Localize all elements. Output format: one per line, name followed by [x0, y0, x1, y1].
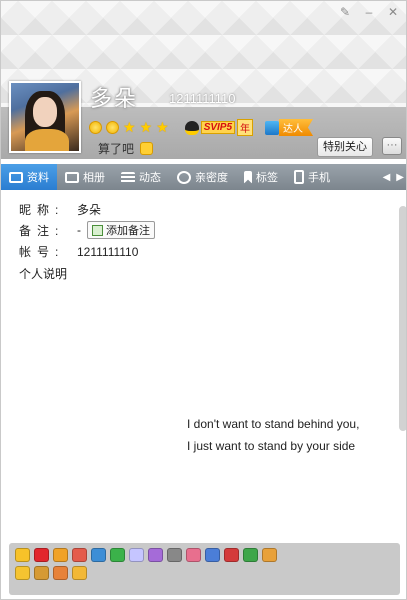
service-badge-icon[interactable] [53, 548, 68, 562]
star-icon: ★ [139, 119, 153, 135]
nickname-value: 多朵 [77, 203, 102, 217]
service-badge-icon[interactable] [34, 566, 49, 580]
add-remark-button[interactable]: 添加备注 [87, 221, 155, 239]
nickname-label: 昵称: [19, 203, 65, 217]
edit-note-icon [92, 224, 103, 236]
daren-label: 达人 [279, 119, 314, 136]
chat-bubble-icon[interactable]: ··· [382, 137, 402, 155]
feed-list-icon [121, 171, 135, 183]
service-badge-icon[interactable] [72, 566, 87, 580]
tab-feed[interactable]: 动态 [113, 164, 169, 190]
arrow-left-icon[interactable]: ◀ [383, 172, 391, 183]
level-badges[interactable]: ★ ★ ★ SVIP5 年 达人 [89, 119, 314, 136]
service-badge-icon[interactable] [72, 548, 87, 562]
service-badge-icon[interactable] [224, 548, 239, 562]
svip-year: 年 [237, 119, 254, 136]
special-care-button[interactable]: 特别关心 [317, 137, 373, 157]
profile-account: 1211111110 [169, 91, 236, 106]
service-badge-icon[interactable] [15, 548, 30, 562]
profile-tabs: 资料 相册 动态 亲密度 标签 手机 ◀ ▶ [1, 164, 406, 190]
remark-label: 备注: [19, 223, 65, 238]
tab-label: 相册 [83, 172, 105, 184]
profile-nickname: 多朵 [90, 86, 139, 111]
service-badge-icon[interactable] [186, 548, 201, 562]
service-icons-row [15, 566, 394, 580]
service-badge-icon[interactable] [148, 548, 163, 562]
svip-badge[interactable]: SVIP5 年 [184, 119, 254, 136]
signature-text: 算了吧 [98, 142, 135, 156]
arrow-right-icon[interactable]: ▶ [396, 172, 404, 183]
service-badge-icon[interactable] [110, 548, 125, 562]
tab-album[interactable]: 相册 [57, 164, 113, 190]
service-icons-row [15, 548, 394, 562]
service-badge-icon[interactable] [167, 548, 182, 562]
daren-badge[interactable]: 达人 [265, 119, 314, 136]
nickname-row: 昵称: 多朵 [19, 201, 101, 218]
remark-row: 备注: - 添加备注 [19, 221, 155, 239]
profile-window: ✎ – ✕ 多朵 1211111110 ★ ★ ★ SVIP5 年 达人 算了吧… [0, 0, 407, 600]
description-line: I just want to stand by your side [187, 439, 356, 453]
description-line: I don't want to stand behind you, [187, 417, 360, 431]
window-controls: ✎ – ✕ [338, 5, 400, 19]
tab-label: 手机 [308, 172, 330, 184]
profile-card-icon [9, 171, 23, 183]
avatar[interactable] [9, 81, 81, 153]
description-text: I don't want to stand behind you, I just… [187, 413, 359, 457]
tab-phone[interactable]: 手机 [286, 164, 338, 190]
star-icon: ★ [156, 119, 169, 135]
svip-level: SVIP5 [200, 121, 236, 134]
minimize-button[interactable]: – [362, 5, 376, 19]
photo-album-icon [65, 171, 79, 183]
account-label: 帐号: [19, 245, 65, 259]
service-badge-icon[interactable] [91, 548, 106, 562]
signature: 算了吧 [98, 140, 154, 157]
service-icons-panel [9, 543, 400, 595]
star-icon: ★ [123, 119, 136, 135]
daren-icon [265, 120, 280, 135]
tab-intimacy[interactable]: 亲密度 [169, 164, 236, 190]
penguin-icon [184, 120, 199, 135]
sun-icon [106, 121, 119, 134]
close-button[interactable]: ✕ [386, 5, 400, 19]
bookmark-icon [244, 170, 252, 184]
service-badge-icon[interactable] [15, 566, 30, 580]
content-scrollbar[interactable] [399, 206, 406, 431]
tab-label: 动态 [139, 172, 161, 184]
service-badge-icon[interactable] [34, 548, 49, 562]
service-badge-icon[interactable] [53, 566, 68, 580]
tab-profile[interactable]: 资料 [1, 164, 57, 190]
profile-content: 昵称: 多朵 备注: - 添加备注 帐号: 1211111110 个人说明 I … [1, 191, 399, 541]
phone-icon [294, 170, 304, 184]
tab-scroll-arrows: ◀ ▶ [383, 172, 406, 183]
pin-icon[interactable]: ✎ [338, 5, 352, 19]
tab-label: 资料 [27, 172, 49, 184]
add-remark-label: 添加备注 [106, 225, 150, 237]
service-badge-icon[interactable] [243, 548, 258, 562]
service-badge-icon[interactable] [262, 548, 277, 562]
service-badge-icon[interactable] [205, 548, 220, 562]
tab-label: 亲密度 [195, 172, 228, 184]
account-value: 1211111110 [77, 244, 139, 259]
emoticon-icon [140, 142, 154, 155]
service-badge-icon[interactable] [129, 548, 144, 562]
heart-icon [177, 170, 191, 184]
remark-value: - [77, 223, 81, 237]
tab-tags[interactable]: 标签 [236, 164, 286, 190]
description-label: 个人说明 [19, 267, 68, 281]
sun-icon [89, 121, 102, 134]
account-row: 帐号: 1211111110 [19, 243, 138, 260]
tab-label: 标签 [256, 172, 278, 184]
